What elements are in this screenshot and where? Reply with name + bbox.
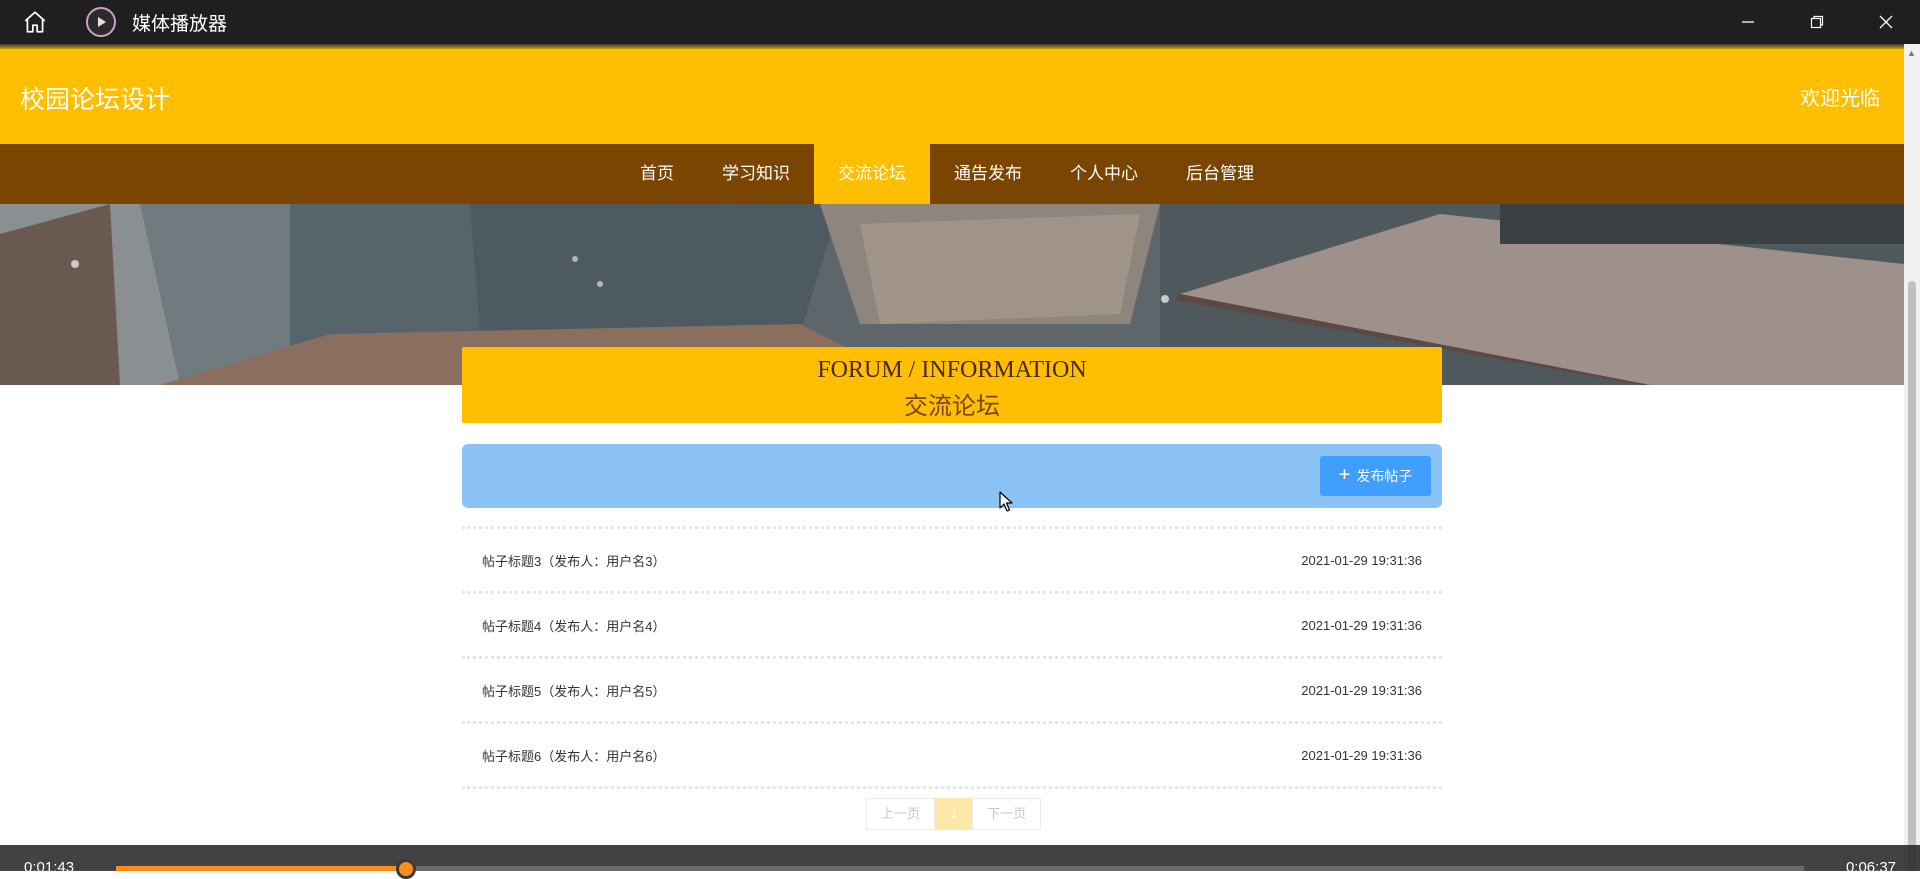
seek-bar-progress (116, 866, 407, 871)
post-time: 2021-01-29 19:31:36 (1301, 617, 1422, 633)
site-header: 校园论坛设计 欢迎光临 (0, 49, 1904, 144)
welcome-text: 欢迎光临 (1800, 88, 1880, 110)
list-item[interactable]: 帖子标题4（发布人：用户名4） 2021-01-29 19:31:36 (462, 591, 1442, 656)
scroll-up-icon[interactable]: ▲ (1907, 48, 1916, 58)
pagination: 上一页 1 下一页 (866, 798, 1042, 830)
restore-button[interactable] (1782, 0, 1851, 44)
home-icon (24, 11, 46, 33)
media-controls: 0:01:43 0:06:37 (0, 845, 1920, 879)
forum-action-bar: + 发布帖子 (462, 444, 1442, 508)
window-titlebar: 媒体播放器 (0, 0, 1920, 44)
play-icon (98, 17, 106, 27)
main-nav: 首页 学习知识 交流论坛 通告发布 个人中心 后台管理 (0, 144, 1904, 204)
nav-item-notice[interactable]: 通告发布 (930, 144, 1046, 204)
nav-item-forum[interactable]: 交流论坛 (814, 144, 930, 204)
post-title[interactable]: 帖子标题3（发布人：用户名3） (482, 551, 665, 570)
page-scrollbar[interactable]: ▲ (1904, 44, 1920, 871)
seek-bar-handle[interactable] (396, 859, 417, 879)
plus-icon: + (1338, 464, 1351, 486)
minimize-icon (1741, 21, 1754, 23)
prev-page-button[interactable]: 上一页 (866, 798, 936, 830)
section-title-en: FORUM / INFORMATION (817, 357, 1087, 383)
post-list: 帖子标题3（发布人：用户名3） 2021-01-29 19:31:36 帖子标题… (462, 526, 1442, 789)
post-time: 2021-01-29 19:31:36 (1301, 552, 1422, 568)
post-title[interactable]: 帖子标题5（发布人：用户名5） (482, 681, 665, 700)
current-time: 0:01:43 (24, 859, 75, 876)
total-time: 0:06:37 (1845, 859, 1896, 876)
list-item[interactable]: 帖子标题5（发布人：用户名5） 2021-01-29 19:31:36 (462, 656, 1442, 721)
publish-post-label: 发布帖子 (1356, 468, 1413, 484)
nav-item-admin[interactable]: 后台管理 (1162, 144, 1278, 204)
publish-post-button[interactable]: + 发布帖子 (1320, 456, 1431, 496)
section-header: FORUM / INFORMATION 交流论坛 (462, 347, 1442, 423)
current-page[interactable]: 1 (935, 798, 973, 830)
seek-bar[interactable] (116, 859, 1804, 879)
list-item[interactable]: 帖子标题3（发布人：用户名3） 2021-01-29 19:31:36 (462, 526, 1442, 591)
media-player-app-icon (86, 7, 116, 37)
window-controls (1713, 0, 1920, 44)
nav-item-study[interactable]: 学习知识 (698, 144, 814, 204)
post-title[interactable]: 帖子标题6（发布人：用户名6） (482, 746, 665, 765)
nav-item-profile[interactable]: 个人中心 (1046, 144, 1162, 204)
next-page-button[interactable]: 下一页 (972, 798, 1042, 830)
scrollbar-thumb[interactable] (1908, 281, 1916, 871)
restore-icon (1810, 15, 1823, 29)
post-title[interactable]: 帖子标题4（发布人：用户名4） (482, 616, 665, 635)
section-title-cn: 交流论坛 (904, 394, 1000, 420)
post-time: 2021-01-29 19:31:36 (1301, 747, 1422, 763)
nav-item-home[interactable]: 首页 (616, 144, 698, 204)
window-title: 媒体播放器 (132, 13, 228, 35)
mouse-cursor-icon (999, 491, 1013, 512)
close-icon (1879, 15, 1892, 29)
close-button[interactable] (1851, 0, 1920, 44)
post-time: 2021-01-29 19:31:36 (1301, 682, 1422, 698)
list-item[interactable]: 帖子标题6（发布人：用户名6） 2021-01-29 19:31:36 (462, 721, 1442, 789)
minimize-button[interactable] (1713, 0, 1782, 44)
home-button[interactable] (0, 0, 70, 44)
site-title[interactable]: 校园论坛设计 (20, 80, 170, 116)
